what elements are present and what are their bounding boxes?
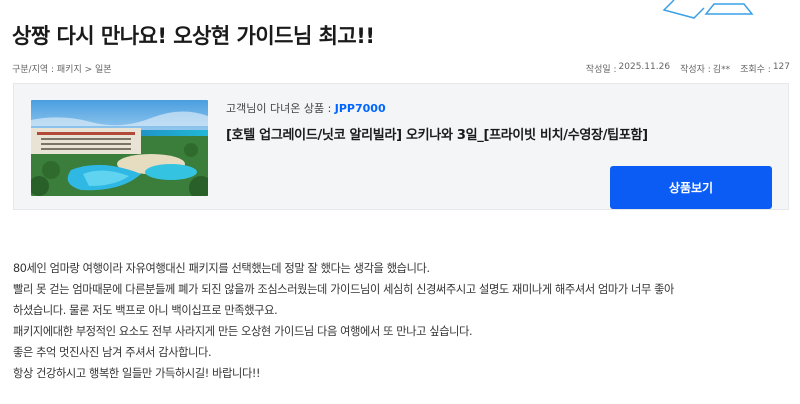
author-label: 작성자 : bbox=[680, 65, 711, 75]
written-date-value: 2025.11.26 bbox=[618, 62, 671, 72]
review-line: 하셨습니다. 물론 저도 백프로 아니 백이십프로 만족했구요. bbox=[13, 304, 278, 317]
breadcrumb: 구분/지역 : 패키지 > 일본 bbox=[12, 65, 112, 75]
view-count-label: 조회수 : bbox=[740, 65, 771, 75]
view-product-button[interactable]: 상품보기 bbox=[610, 166, 772, 209]
product-code: JPP7000 bbox=[334, 102, 386, 115]
product-code-line: 고객님이 다녀온 상품 : JPP7000 bbox=[226, 100, 766, 116]
author: 작성자 : 김** bbox=[680, 62, 730, 75]
post-meta: 구분/지역 : 패키지 > 일본 작성일 : 2025.11.26 작성자 : … bbox=[12, 62, 790, 76]
review-body: 80세인 엄마랑 여행이라 자유여행대신 패키지를 선택했는데 정말 잘 했다는… bbox=[13, 258, 793, 384]
page-title: 상짱 다시 만나요! 오상현 가이드님 최고!! bbox=[12, 24, 375, 48]
resort-photo bbox=[31, 100, 208, 196]
review-line: 빨리 못 걷는 엄마때문에 다른분들께 폐가 되진 않을까 조심스러웠는데 가이… bbox=[13, 283, 675, 296]
written-date: 작성일 : 2025.11.26 bbox=[586, 62, 670, 75]
product-code-label: 고객님이 다녀온 상품 : bbox=[226, 102, 332, 115]
view-count: 조회수 : 127 bbox=[740, 62, 790, 75]
product-name[interactable]: [호텔 업그레이드/닛코 알리빌라] 오키나와 3일_[프라이빗 비치/수영장/… bbox=[226, 124, 766, 143]
author-value: 김** bbox=[712, 65, 731, 75]
product-thumbnail[interactable] bbox=[31, 100, 208, 196]
view-count-value: 127 bbox=[772, 62, 790, 72]
review-line: 패키지에대한 부정적인 요소도 전부 사라지게 만든 오상현 가이드님 다음 여… bbox=[13, 325, 473, 338]
header-illustration bbox=[662, 0, 754, 19]
product-card: 고객님이 다녀온 상품 : JPP7000 [호텔 업그레이드/닛코 알리빌라]… bbox=[13, 83, 789, 210]
written-date-label: 작성일 : bbox=[585, 65, 617, 75]
post-info: 작성일 : 2025.11.26 작성자 : 김** 조회수 : 127 bbox=[586, 62, 790, 75]
review-line: 항상 건강하시고 행복한 일들만 가득하시길! 바랍니다!! bbox=[13, 367, 261, 380]
product-info: 고객님이 다녀온 상품 : JPP7000 [호텔 업그레이드/닛코 알리빌라]… bbox=[226, 100, 766, 143]
review-line: 좋은 추억 멋진사진 남겨 주셔서 감사합니다. bbox=[13, 346, 212, 359]
review-line: 80세인 엄마랑 여행이라 자유여행대신 패키지를 선택했는데 정말 잘 했다는… bbox=[13, 262, 430, 275]
